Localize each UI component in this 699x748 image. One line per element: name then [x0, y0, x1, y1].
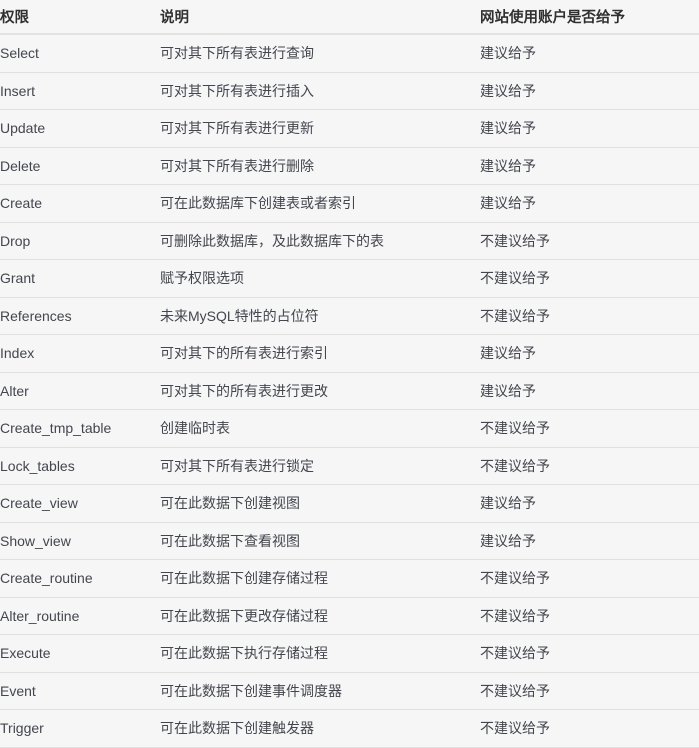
- cell-description: 可在此数据下创建存储过程: [160, 559, 480, 598]
- cell-description: 可对其下所有表进行更新: [160, 109, 480, 148]
- table-row: Drop 可删除此数据库，及此数据库下的表 不建议给予: [0, 222, 699, 260]
- table-row: Create_view 可在此数据下创建视图 建议给予: [0, 484, 699, 523]
- cell-grant: 建议给予: [480, 109, 699, 148]
- cell-grant: 不建议给予: [480, 297, 699, 335]
- cell-description: 可在此数据下创建触发器: [160, 709, 480, 748]
- cell-description: 可删除此数据库，及此数据库下的表: [160, 222, 480, 260]
- cell-privilege: Alter: [0, 372, 160, 410]
- table-body: Select 可对其下所有表进行查询 建议给予 Insert 可对其下所有表进行插入 建议…: [0, 34, 699, 748]
- mysql-privileges-table: 权限 说明 网站使用账户是否给予 Select 可对其下所有表进行查询 建议给予 In…: [0, 0, 699, 748]
- cell-grant: 不建议给予: [480, 259, 699, 298]
- table-row: Index 可对其下的所有表进行索引 建议给予: [0, 334, 699, 373]
- cell-grant: 建议给予: [480, 34, 699, 73]
- cell-description: 可对其下所有表进行查询: [160, 34, 480, 73]
- cell-privilege: Show_view: [0, 522, 160, 560]
- cell-description: 可在此数据库下创建表或者索引: [160, 184, 480, 223]
- column-header-grant: 网站使用账户是否给予: [480, 0, 699, 35]
- cell-description: 可对其下所有表进行删除: [160, 147, 480, 185]
- cell-privilege: Alter_routine: [0, 597, 160, 635]
- cell-description: 创建临时表: [160, 409, 480, 448]
- cell-grant: 不建议给予: [480, 559, 699, 598]
- cell-privilege: Select: [0, 34, 160, 73]
- table-row: Create_routine 可在此数据下创建存储过程 不建议给予: [0, 559, 699, 598]
- cell-privilege: Execute: [0, 634, 160, 673]
- table-row: Update 可对其下所有表进行更新 建议给予: [0, 109, 699, 148]
- cell-description: 未来MySQL特性的占位符: [160, 297, 480, 335]
- cell-grant: 建议给予: [480, 334, 699, 373]
- cell-privilege: Update: [0, 109, 160, 148]
- cell-grant: 不建议给予: [480, 222, 699, 260]
- cell-privilege: Event: [0, 672, 160, 710]
- cell-privilege: Delete: [0, 147, 160, 185]
- cell-description: 可对其下所有表进行插入: [160, 72, 480, 110]
- cell-description: 可在此数据下更改存储过程: [160, 597, 480, 635]
- cell-grant: 建议给予: [480, 72, 699, 110]
- table-row: Create 可在此数据库下创建表或者索引 建议给予: [0, 184, 699, 223]
- cell-grant: 建议给予: [480, 484, 699, 523]
- cell-grant: 建议给予: [480, 147, 699, 185]
- cell-grant: 不建议给予: [480, 409, 699, 448]
- table-row: Alter_routine 可在此数据下更改存储过程 不建议给予: [0, 597, 699, 635]
- cell-privilege: Create: [0, 184, 160, 223]
- cell-grant: 建议给予: [480, 522, 699, 560]
- cell-grant: 不建议给予: [480, 672, 699, 710]
- cell-privilege: Create_view: [0, 484, 160, 523]
- cell-grant: 建议给予: [480, 372, 699, 410]
- table-row: Lock_tables 可对其下所有表进行锁定 不建议给予: [0, 447, 699, 485]
- cell-description: 可对其下的所有表进行更改: [160, 372, 480, 410]
- table-row: References 未来MySQL特性的占位符 不建议给予: [0, 297, 699, 335]
- cell-privilege: Lock_tables: [0, 447, 160, 485]
- cell-grant: 建议给予: [480, 184, 699, 223]
- cell-privilege: Grant: [0, 259, 160, 298]
- cell-grant: 不建议给予: [480, 597, 699, 635]
- table-header: 权限 说明 网站使用账户是否给予: [0, 0, 699, 35]
- table-row: Delete 可对其下所有表进行删除 建议给予: [0, 147, 699, 185]
- cell-grant: 不建议给予: [480, 709, 699, 748]
- cell-description: 可对其下所有表进行锁定: [160, 447, 480, 485]
- cell-grant: 不建议给予: [480, 634, 699, 673]
- table-row: Event 可在此数据下创建事件调度器 不建议给予: [0, 672, 699, 710]
- cell-privilege: Trigger: [0, 709, 160, 748]
- cell-description: 可在此数据下创建事件调度器: [160, 672, 480, 710]
- cell-privilege: Create_routine: [0, 559, 160, 598]
- cell-description: 可在此数据下创建视图: [160, 484, 480, 523]
- column-header-privilege: 权限: [0, 0, 160, 35]
- table-row: Select 可对其下所有表进行查询 建议给予: [0, 34, 699, 73]
- table-row: Execute 可在此数据下执行存储过程 不建议给予: [0, 634, 699, 673]
- table-header-row: 权限 说明 网站使用账户是否给予: [0, 0, 699, 35]
- cell-description: 可在此数据下查看视图: [160, 522, 480, 560]
- table-row: Insert 可对其下所有表进行插入 建议给予: [0, 72, 699, 110]
- cell-privilege: Create_tmp_table: [0, 409, 160, 448]
- table-row: Grant 赋予权限选项 不建议给予: [0, 259, 699, 298]
- table-row: Trigger 可在此数据下创建触发器 不建议给予: [0, 709, 699, 748]
- table-row: Create_tmp_table 创建临时表 不建议给予: [0, 409, 699, 448]
- cell-privilege: References: [0, 297, 160, 335]
- cell-description: 赋予权限选项: [160, 259, 480, 298]
- cell-privilege: Drop: [0, 222, 160, 260]
- cell-privilege: Index: [0, 334, 160, 373]
- table-row: Alter 可对其下的所有表进行更改 建议给予: [0, 372, 699, 410]
- cell-description: 可对其下的所有表进行索引: [160, 334, 480, 373]
- cell-privilege: Insert: [0, 72, 160, 110]
- cell-description: 可在此数据下执行存储过程: [160, 634, 480, 673]
- table-row: Show_view 可在此数据下查看视图 建议给予: [0, 522, 699, 560]
- cell-grant: 不建议给予: [480, 447, 699, 485]
- column-header-description: 说明: [160, 0, 480, 35]
